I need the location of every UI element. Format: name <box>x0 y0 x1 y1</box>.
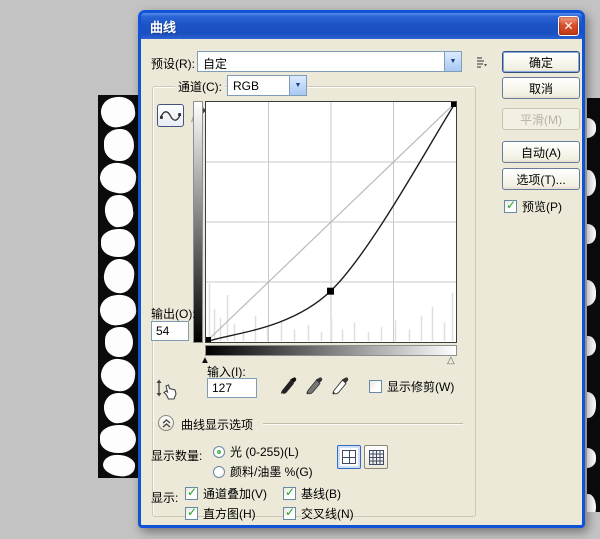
double-chevron-up-icon <box>162 418 170 427</box>
preview-label: 预览(P) <box>522 200 562 214</box>
black-point-eyedropper-button[interactable] <box>279 375 299 401</box>
panel-menu-icon <box>477 57 487 68</box>
output-label: 输出(O): <box>151 307 196 321</box>
intersection-line-checkbox[interactable]: ✓ 交叉线(N) <box>283 505 354 522</box>
chevron-down-icon[interactable]: ▼ <box>289 76 306 95</box>
pattern-cell <box>587 224 596 244</box>
channel-overlays-checkbox[interactable]: ✓ 通道叠加(V) <box>185 485 267 502</box>
preset-dropdown[interactable]: 自定 ▼ <box>197 51 462 72</box>
pattern-cell <box>98 292 138 328</box>
pattern-cell <box>587 118 596 138</box>
canvas-pattern-right <box>587 98 600 512</box>
curve-tool-icon <box>159 110 182 121</box>
preset-label: 预设(R): <box>151 57 195 71</box>
gray-point-eyedropper-button[interactable] <box>305 375 325 401</box>
checkbox-box: ✓ <box>283 485 296 500</box>
on-image-adjust-tool-button[interactable] <box>154 377 180 403</box>
curves-dialog: 曲线 ✕ 预设(R): 自定 ▼ 确定 取消 平滑(M) 自动(A) 选项(T)… <box>138 10 585 528</box>
show-amount-label: 显示数量: <box>151 449 203 463</box>
curve-plot[interactable] <box>205 101 457 343</box>
coarse-grid-icon <box>342 450 356 464</box>
titlebar[interactable]: 曲线 ✕ <box>141 13 582 39</box>
checkbox-box: ✓ <box>185 505 198 520</box>
pattern-cell <box>105 327 133 357</box>
dialog-title: 曲线 <box>150 19 177 35</box>
pattern-cell <box>102 391 136 425</box>
pattern-cell <box>102 257 136 295</box>
hand-drag-icon <box>156 379 177 400</box>
channel-overlays-label: 通道叠加(V) <box>203 487 267 501</box>
pattern-cell <box>99 357 137 393</box>
pattern-cell <box>587 392 596 418</box>
white-point-eyedropper-button[interactable] <box>331 375 351 401</box>
chevron-down-icon[interactable]: ▼ <box>444 52 461 71</box>
channel-label: 通道(C): <box>175 78 225 95</box>
input-input[interactable] <box>207 378 257 398</box>
radio-dot <box>213 445 225 458</box>
intersection-line-label: 交叉线(N) <box>301 507 354 521</box>
check-icon: ✓ <box>187 505 198 519</box>
pattern-cell <box>98 160 138 196</box>
smooth-button: 平滑(M) <box>502 108 580 130</box>
dialog-body: 预设(R): 自定 ▼ 确定 取消 平滑(M) 自动(A) 选项(T)... ✓… <box>141 39 582 525</box>
radio-pigment[interactable]: 颜料/油墨 %(G) <box>213 463 313 480</box>
pattern-cell <box>103 193 135 229</box>
fine-grid-icon <box>368 449 384 465</box>
histogram-label: 直方图(H) <box>203 507 256 521</box>
detailed-grid-button[interactable] <box>364 445 388 469</box>
ok-button[interactable]: 确定 <box>502 51 580 73</box>
white-point-slider[interactable]: △ <box>447 356 455 366</box>
canvas-pattern-left <box>98 95 139 478</box>
check-icon: ✓ <box>285 485 296 499</box>
preview-checkbox[interactable]: ✓ 预览(P) <box>504 198 562 215</box>
pattern-cell <box>99 95 137 129</box>
simple-grid-button[interactable] <box>337 445 361 469</box>
eyedropper-gray-icon <box>306 377 323 395</box>
preset-menu-button[interactable] <box>472 53 490 71</box>
output-input[interactable] <box>151 321 189 341</box>
pattern-cell <box>587 170 596 196</box>
section-divider <box>263 423 463 425</box>
display-options-header: 曲线显示选项 <box>181 418 254 432</box>
baseline-label: 基线(B) <box>301 487 341 501</box>
curve-point-tool-button[interactable] <box>157 104 184 127</box>
preset-value: 自定 <box>203 57 228 71</box>
show-clipping-label: 显示修剪(W) <box>387 380 455 394</box>
radio-pigment-label: 颜料/油墨 %(G) <box>230 465 313 479</box>
show-clipping-checkbox[interactable]: 显示修剪(W) <box>369 378 454 395</box>
show-label: 显示: <box>151 491 179 505</box>
checkbox-box <box>369 380 382 393</box>
pattern-cell <box>100 425 136 453</box>
checkbox-box: ✓ <box>185 485 198 500</box>
pattern-cell <box>587 280 596 306</box>
options-button[interactable]: 选项(T)... <box>502 168 580 190</box>
check-icon: ✓ <box>285 505 296 519</box>
radio-light[interactable]: 光 (0-255)(L) <box>213 443 299 460</box>
checkbox-box: ✓ <box>504 198 517 213</box>
baseline-checkbox[interactable]: ✓ 基线(B) <box>283 485 341 502</box>
radio-light-label: 光 (0-255)(L) <box>230 445 299 459</box>
pattern-cell <box>587 336 596 356</box>
pattern-cell <box>101 453 137 478</box>
auto-button[interactable]: 自动(A) <box>502 141 580 163</box>
close-icon[interactable]: ✕ <box>558 16 579 36</box>
checkbox-box: ✓ <box>283 505 296 520</box>
pattern-cell <box>587 448 596 468</box>
channel-value: RGB <box>233 79 260 93</box>
curve-graph[interactable] <box>205 101 457 343</box>
radio-dot <box>213 465 225 478</box>
histogram-checkbox[interactable]: ✓ 直方图(H) <box>185 505 256 522</box>
check-icon: ✓ <box>506 198 517 212</box>
pattern-cell <box>587 494 596 512</box>
check-icon: ✓ <box>187 485 198 499</box>
eyedropper-white-icon <box>332 377 349 395</box>
channel-dropdown[interactable]: RGB ▼ <box>227 75 307 96</box>
eyedropper-black-icon <box>280 377 297 394</box>
pattern-cell <box>104 129 134 161</box>
pattern-cell <box>101 229 135 257</box>
input-gradient-ramp <box>205 345 457 356</box>
collapse-section-button[interactable] <box>158 415 174 431</box>
cancel-button[interactable]: 取消 <box>502 77 580 99</box>
